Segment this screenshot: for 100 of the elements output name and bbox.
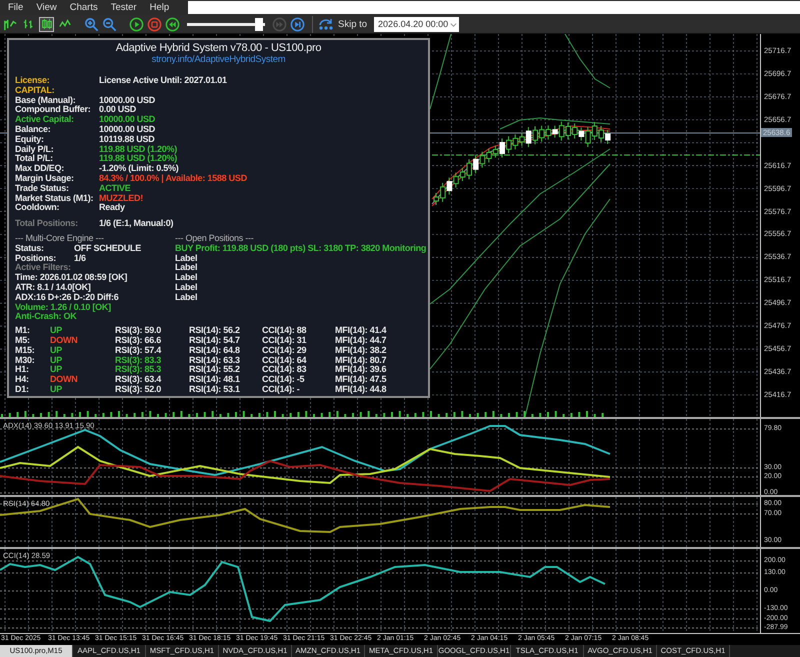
zoom-out-icon[interactable] [102,16,117,32]
field-label: Equity: [15,134,44,144]
trend-value: UP [50,384,64,395]
field-label: Total Positions: [15,219,79,229]
menu-item[interactable]: View [36,2,57,13]
position-line: Label [175,292,198,303]
cci-value: CCI(14): 88 [262,326,308,336]
timeframe-label: M15: [15,346,36,356]
position-line: Label [175,273,198,283]
mfi-value: MFI(14): 44.7 [335,336,386,346]
field-value: 84.3% / 100.0% | Available: 1588 USD [99,174,247,184]
rsi3-value: RSI(3): 59.0 [115,326,162,336]
position-line: Label [175,263,198,274]
cci-value: CCI(14): -5 [262,375,306,385]
filter-line: ADX:16 D+:26 D-:20 Diff:6 [15,292,120,303]
website-link[interactable]: strony.info/AdaptiveHybridSystem [152,54,286,65]
rsi14-value: RSI(14): 48.1 [189,375,241,385]
mfi-value: MFI(14): 38.2 [335,346,386,355]
mfi-value: MFI(14): 44.8 [335,384,386,395]
rsi3-value: RSI(3): 63.4 [115,375,162,385]
field-label: CAPITAL: [15,86,56,96]
filter-line: Time: 2026.01.02 08:59 [OK] [15,273,128,283]
slider-thumb[interactable] [254,18,263,30]
field-value: 119.88 USD (1.20%) [99,144,178,154]
field-value: -1.20% (Limit: 0.5%) [99,164,179,174]
trend-value: DOWN [50,375,78,385]
field-value: License Active Until: 2027.01.01 [99,76,227,86]
candles-mode-button[interactable] [39,16,54,32]
skip-to-end-icon[interactable] [290,16,305,32]
cci-value: CCI(14): 31 [262,336,308,346]
trend-value: UP [50,365,64,376]
panel-title: Adaptive Hybrid System v78.00 - US100.pro [114,42,322,54]
field-label: Margin Usage: [15,174,75,184]
field-label: Total P/L: [15,154,54,164]
field-value: Ready [99,203,125,214]
mfi-value: MFI(14): 39.6 [335,365,386,376]
field-label: Cooldown: [15,203,60,214]
rsi14-value: RSI(14): 56.2 [189,326,241,336]
timeframe-label: H1: [15,365,30,376]
stop-icon[interactable] [147,16,162,32]
field-value: 1/6 (E:1, Manual:0) [99,219,174,229]
arrow-dots-icon [317,17,335,31]
rsi3-value: RSI(3): 83.3 [115,356,162,365]
field-label: Active Capital: [15,115,75,125]
filter-line: ATR: 8.1 / 14.0[OK] [15,282,92,293]
play-icon[interactable] [129,16,144,32]
rsi14-value: RSI(14): 64.8 [189,346,241,355]
timeframe-label: H4: [15,375,30,385]
rewind-icon[interactable] [165,16,180,32]
field-label: Compound Buffer: [15,105,92,116]
cci-value: CCI(14): 83 [262,365,308,376]
rsi14-value: RSI(14): 53.1 [189,384,241,395]
field-value: OFF SCHEDULE [74,244,142,254]
cci-value: CCI(14): - [262,384,300,395]
menu-item[interactable]: Help [150,2,170,13]
section-header: --- Multi-Core Engine --- [15,234,105,244]
date-field[interactable]: 2026.04.20 00:00 [374,16,460,32]
timeframe-label: M5: [15,336,31,346]
field-value: 0.00 USD [99,105,136,116]
menu-item[interactable]: Tester [110,2,137,13]
field-label: License: [15,76,51,86]
timeframe-label: M30: [15,356,36,366]
filter-line: Anti-Crash: OK [15,312,78,322]
zoom-in-icon[interactable] [84,16,99,32]
trend-value: DOWN [50,336,78,346]
field-value: 10119.88 USD [99,134,155,145]
field-value: 119.88 USD (1.20%) [99,154,178,164]
field-label: Positions: [15,254,58,264]
mfi-value: MFI(14): 80.7 [335,356,386,365]
field-label: Base (Manual): [15,96,76,105]
field-label: Status: [15,244,45,254]
mfi-value: MFI(14): 41.4 [335,326,386,336]
timeframe-label: D1: [15,384,30,395]
trend-value: UP [50,326,64,336]
rsi3-value: RSI(3): 52.0 [115,384,162,395]
field-value: 1/6 [74,254,86,264]
rsi14-value: RSI(14): 63.3 [189,356,241,365]
field-label: Market Status (M1): [15,194,94,204]
menu-item[interactable]: Charts [70,2,98,13]
field-label: Trade Status: [15,184,69,194]
timeframe-label: M1: [15,326,31,336]
cci-value: CCI(14): 64 [262,356,308,365]
position-line: BUY Profit: 119.88 USD (180 pts) SL: 3180 TP: 3820 Monitoring [175,244,426,254]
mfi-value: MFI(14): 47.5 [335,375,386,385]
trend-value: UP [50,356,64,366]
field-value: 10000.00 USD [99,96,156,106]
field-label: Daily P/L: [15,144,55,154]
filter-line: Volume: 1.26 / 0.10 [OK] [15,302,112,312]
field-value: MUZZLED! [99,194,143,204]
field-value: 10000.00 USD [99,115,156,125]
rsi3-value: RSI(3): 85.3 [115,365,162,376]
position-line: Label [175,254,198,264]
speed-slider[interactable] [187,16,265,32]
field-label: Max DD/EQ: [15,164,66,174]
dropdown-caret-icon[interactable] [450,20,458,28]
cci-value: CCI(14): 29 [262,346,308,355]
rsi14-value: RSI(14): 54.7 [189,336,241,346]
rsi3-value: RSI(3): 57.4 [115,346,162,355]
menu-item[interactable]: File [8,2,24,13]
field-value: 10000.00 USD [99,124,156,135]
